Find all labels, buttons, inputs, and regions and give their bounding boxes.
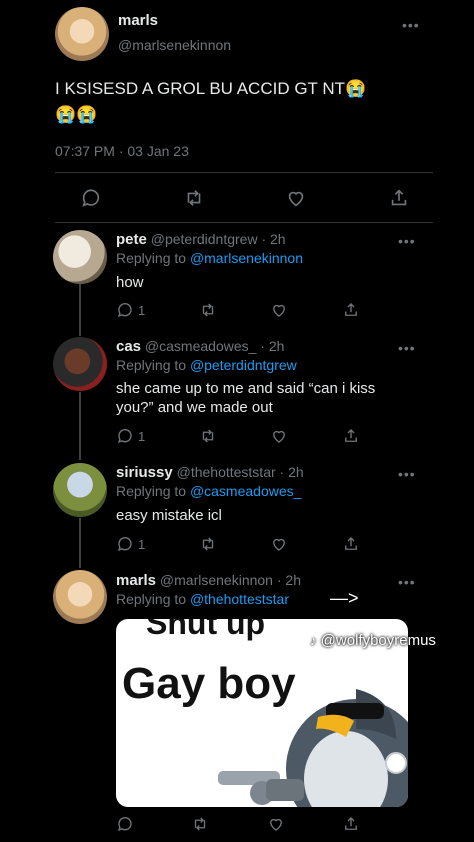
reply-header: marls @marlsenekinnon · 2h [116, 572, 301, 589]
replying-to-link[interactable]: @thehotteststar [190, 591, 289, 607]
divider [55, 222, 433, 223]
reply-button[interactable]: 1 [116, 427, 145, 445]
retweet-icon[interactable] [191, 815, 209, 833]
more-options-icon[interactable]: ••• [398, 467, 416, 481]
replying-to-label: Replying to [116, 591, 190, 607]
replying-to-label: Replying to [116, 357, 190, 373]
reply-icon [117, 429, 132, 444]
display-name[interactable]: marls [116, 572, 156, 589]
like-icon[interactable] [285, 187, 307, 209]
reply-count: 1 [138, 428, 146, 444]
more-options-icon[interactable]: ••• [402, 18, 420, 32]
handle[interactable]: @marlsenekinnon · 2h [160, 572, 301, 588]
reply-actions: 1 [116, 301, 360, 319]
reply-text: easy mistake icl [116, 507, 222, 524]
retweet-icon[interactable] [199, 301, 217, 319]
divider [55, 172, 433, 173]
replying-to-line: Replying to @thehotteststar [116, 591, 289, 607]
reply-actions: 1 [116, 427, 360, 445]
thread-line [79, 392, 81, 460]
replying-to-link[interactable]: @peterdidntgrew [190, 357, 297, 373]
retweet-icon[interactable] [199, 535, 217, 553]
tiktok-icon: ♪ [310, 633, 317, 648]
handle[interactable]: @marlsenekinnon [118, 37, 231, 53]
reply-header: pete @peterdidntgrew · 2h [116, 231, 286, 248]
replying-to-line: Replying to @marlsenekinnon [116, 250, 303, 266]
replying-to-line: Replying to @casmeadowes_ [116, 483, 301, 499]
reply-icon [117, 303, 132, 318]
reply-icon [117, 537, 132, 552]
display-name[interactable]: cas [116, 338, 141, 355]
reply-count: 1 [138, 536, 146, 552]
reply-actions [116, 815, 360, 833]
retweet-icon[interactable] [183, 187, 205, 209]
meme-top-text: Shut up [146, 619, 266, 641]
display-name[interactable]: marls [118, 12, 158, 29]
reply-icon[interactable] [80, 187, 102, 209]
replying-to-label: Replying to [116, 250, 190, 266]
more-options-icon[interactable]: ••• [398, 575, 416, 589]
reply-icon[interactable] [116, 815, 134, 833]
reply-text-line: she came up to me and said “can i kiss [116, 380, 376, 397]
thread-line [79, 518, 81, 568]
reply-button[interactable]: 1 [116, 301, 145, 319]
avatar[interactable] [53, 570, 107, 624]
avatar[interactable] [53, 463, 107, 517]
avatar[interactable] [53, 230, 107, 284]
like-icon[interactable] [270, 427, 288, 445]
handle[interactable]: @casmeadowes_ · 2h [145, 338, 285, 354]
share-icon[interactable] [342, 301, 360, 319]
avatar[interactable] [53, 337, 107, 391]
watermark-handle: @wolfyboyremus [320, 632, 436, 649]
reply-count: 1 [138, 302, 146, 318]
replying-to-link[interactable]: @casmeadowes_ [190, 483, 302, 499]
handle[interactable]: @peterdidntgrew · 2h [151, 231, 286, 247]
display-name[interactable]: siriussy [116, 464, 173, 481]
share-icon[interactable] [388, 187, 410, 209]
reply-header: cas @casmeadowes_ · 2h [116, 338, 284, 355]
retweet-icon[interactable] [199, 427, 217, 445]
arrow-annotation: —> [330, 588, 359, 608]
tiktok-watermark: ♪ @wolfyboyremus [310, 632, 436, 649]
avatar[interactable] [55, 7, 109, 61]
reply-button[interactable]: 1 [116, 535, 145, 553]
tweet-text: I KSISESD A GROL BU ACCID GT NT😭 [55, 79, 367, 98]
share-icon[interactable] [342, 535, 360, 553]
reply-text-line: you?” and we made out [116, 399, 273, 416]
replying-to-label: Replying to [116, 483, 190, 499]
tweet-emoji-line: 😭😭 [55, 105, 98, 124]
replying-to-line: Replying to @peterdidntgrew [116, 357, 297, 373]
handle[interactable]: @thehotteststar · 2h [177, 464, 304, 480]
replying-to-link[interactable]: @marlsenekinnon [190, 250, 303, 266]
share-icon[interactable] [342, 815, 360, 833]
thread-line [79, 284, 81, 336]
timestamp[interactable]: 07:37 PM · 03 Jan 23 [55, 143, 189, 159]
more-options-icon[interactable]: ••• [398, 234, 416, 248]
like-icon[interactable] [270, 535, 288, 553]
like-icon[interactable] [270, 301, 288, 319]
display-name[interactable]: pete [116, 231, 147, 248]
more-options-icon[interactable]: ••• [398, 341, 416, 355]
reply-text: how [116, 274, 144, 291]
reply-actions: 1 [116, 535, 360, 553]
penguin-illustration [218, 689, 408, 807]
share-icon[interactable] [342, 427, 360, 445]
main-actions [80, 187, 410, 209]
like-icon[interactable] [267, 815, 285, 833]
reply-header: siriussy @thehotteststar · 2h [116, 464, 304, 481]
